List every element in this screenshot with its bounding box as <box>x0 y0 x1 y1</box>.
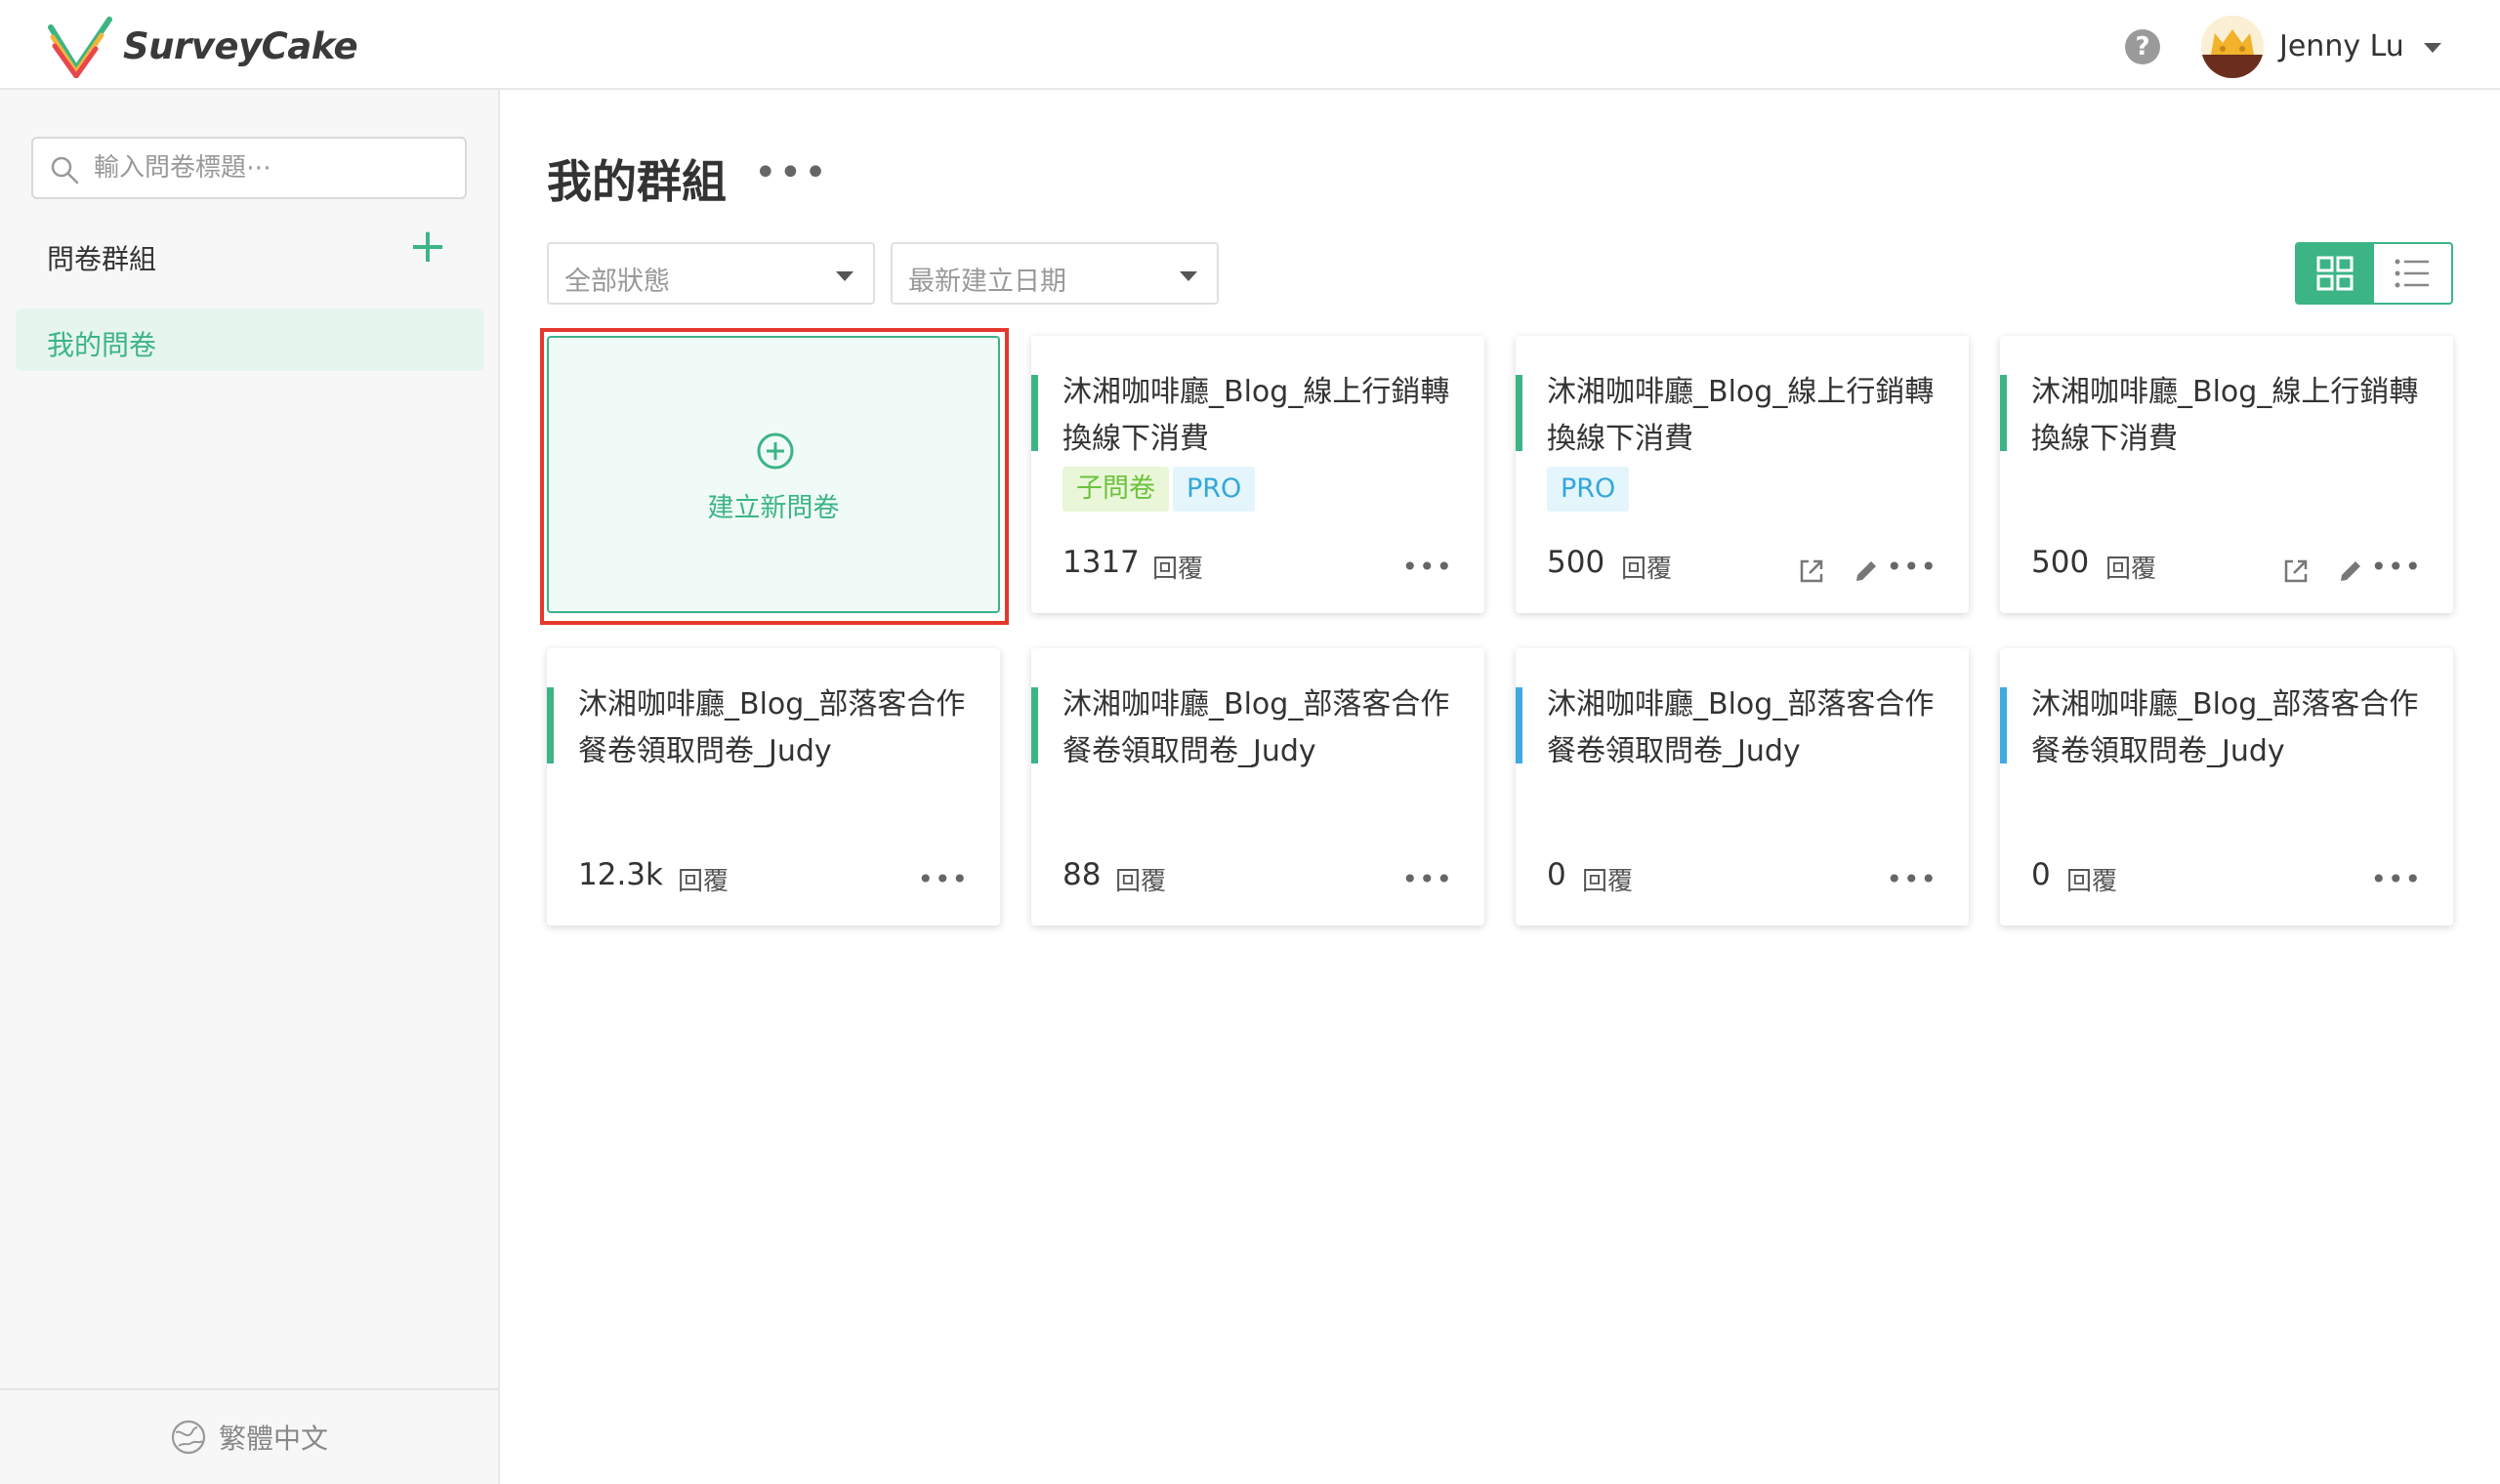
reply-label: 回覆 <box>1582 867 1634 896</box>
more-options-icon[interactable]: ••• <box>1886 551 1938 583</box>
survey-title[interactable]: 沐湘咖啡廳_Blog_部落客合作餐卷領取問卷_Judy <box>578 681 988 775</box>
sort-dropdown[interactable]: 最新建立日期 <box>891 242 1219 305</box>
survey-card[interactable]: 沐湘咖啡廳_Blog_部落客合作餐卷領取問卷_Judy 12.3k 回覆 ••• <box>547 648 1000 926</box>
survey-card[interactable]: 沐湘咖啡廳_Blog_線上行銷轉換線下消費 子問卷 PRO 1317 回覆 ••… <box>1031 336 1484 613</box>
reply-count: 500 <box>2031 545 2090 580</box>
survey-title[interactable]: 沐湘咖啡廳_Blog_線上行銷轉換線下消費 <box>2031 369 2441 463</box>
survey-tags: PRO <box>1547 467 1630 512</box>
survey-groups-header: 問卷群組 <box>47 243 157 275</box>
surveycake-logo[interactable]: SurveyCake <box>47 14 358 78</box>
survey-card[interactable]: 沐湘咖啡廳_Blog_線上行銷轉換線下消費 PRO 500 回覆 ••• <box>1516 336 1969 613</box>
list-view-button[interactable] <box>2374 244 2451 303</box>
surveycake-logo-icon <box>48 17 112 78</box>
search-icon <box>51 156 79 185</box>
sidebar: 問卷群組 + 我的問卷 繁體中文 <box>0 90 500 1484</box>
brand-name: SurveyCake <box>123 24 358 67</box>
create-survey-card[interactable]: 建立新問卷 <box>547 336 1000 613</box>
card-accent-bar <box>1516 687 1522 763</box>
sidebar-item-label: 我的問卷 <box>47 329 157 361</box>
card-accent-bar <box>1031 687 1038 763</box>
grid-icon <box>2316 256 2354 291</box>
card-accent-bar <box>2000 375 2007 451</box>
edit-pencil-icon[interactable] <box>2336 556 2365 586</box>
chevron-down-icon <box>836 271 854 281</box>
view-mode-toggle <box>2295 242 2453 305</box>
sort-value: 最新建立日期 <box>908 267 1066 297</box>
reply-count: 500 <box>1547 545 1605 580</box>
survey-title[interactable]: 沐湘咖啡廳_Blog_線上行銷轉換線下消費 <box>1547 369 1957 463</box>
survey-title[interactable]: 沐湘咖啡廳_Blog_線上行銷轉換線下消費 <box>1062 369 1473 463</box>
card-accent-bar <box>1031 375 1038 451</box>
create-survey-label: 建立新問卷 <box>707 493 840 523</box>
sidebar-item-my-surveys[interactable]: 我的問卷 <box>16 309 484 371</box>
reply-label: 回覆 <box>1621 555 1673 584</box>
more-options-icon[interactable]: ••• <box>2370 551 2422 583</box>
top-bar: SurveyCake ? Jenny Lu <box>0 0 2500 90</box>
survey-title[interactable]: 沐湘咖啡廳_Blog_部落客合作餐卷領取問卷_Judy <box>2031 681 2441 775</box>
search-input[interactable] <box>94 148 455 187</box>
language-selector[interactable]: 繁體中文 <box>0 1388 498 1484</box>
group-more-options-icon[interactable]: ••• <box>754 150 829 195</box>
reply-count: 1317 <box>1062 545 1140 580</box>
survey-title[interactable]: 沐湘咖啡廳_Blog_部落客合作餐卷領取問卷_Judy <box>1547 681 1957 775</box>
grid-view-button[interactable] <box>2297 244 2374 303</box>
more-options-icon[interactable]: ••• <box>1886 863 1938 895</box>
page-title: 我的群組 <box>547 155 727 208</box>
chevron-down-icon <box>1180 271 1197 281</box>
list-icon <box>2395 259 2429 288</box>
edit-pencil-icon[interactable] <box>1852 556 1881 586</box>
reply-label: 回覆 <box>678 867 729 896</box>
help-icon[interactable]: ? <box>2125 29 2160 64</box>
survey-card[interactable]: 沐湘咖啡廳_Blog_線上行銷轉換線下消費 500 回覆 ••• <box>2000 336 2453 613</box>
survey-tags: 子問卷 PRO <box>1062 467 1256 512</box>
open-external-icon[interactable] <box>2281 556 2311 586</box>
globe-icon <box>171 1420 206 1455</box>
more-options-icon[interactable]: ••• <box>1401 551 1453 583</box>
survey-title[interactable]: 沐湘咖啡廳_Blog_部落客合作餐卷領取問卷_Judy <box>1062 681 1473 775</box>
card-accent-bar <box>547 687 554 763</box>
card-accent-bar <box>1516 375 1522 451</box>
pro-badge: PRO <box>1173 467 1256 512</box>
reply-label: 回覆 <box>1152 555 1204 584</box>
survey-search[interactable] <box>31 137 467 199</box>
reply-count: 12.3k <box>578 857 663 892</box>
language-label: 繁體中文 <box>218 1422 328 1455</box>
avatar-image <box>2201 16 2264 78</box>
reply-label: 回覆 <box>2066 867 2118 896</box>
user-avatar[interactable] <box>2201 16 2264 78</box>
survey-card[interactable]: 沐湘咖啡廳_Blog_部落客合作餐卷領取問卷_Judy 0 回覆 ••• <box>2000 648 2453 926</box>
user-name[interactable]: Jenny Lu <box>2279 29 2404 63</box>
status-filter-dropdown[interactable]: 全部狀態 <box>547 242 875 305</box>
pro-badge: PRO <box>1547 467 1630 512</box>
more-options-icon[interactable]: ••• <box>1401 863 1453 895</box>
survey-card[interactable]: 沐湘咖啡廳_Blog_部落客合作餐卷領取問卷_Judy 0 回覆 ••• <box>1516 648 1969 926</box>
user-menu-caret-icon[interactable] <box>2424 43 2441 53</box>
add-group-button[interactable]: + <box>406 223 449 269</box>
plus-circle-icon <box>757 433 794 470</box>
card-accent-bar <box>2000 687 2007 763</box>
status-filter-value: 全部狀態 <box>564 267 670 297</box>
reply-label: 回覆 <box>1115 867 1167 896</box>
more-options-icon[interactable]: ••• <box>917 863 969 895</box>
reply-count: 88 <box>1062 857 1102 892</box>
more-options-icon[interactable]: ••• <box>2370 863 2422 895</box>
reply-count: 0 <box>1547 857 1566 892</box>
reply-count: 0 <box>2031 857 2051 892</box>
open-external-icon[interactable] <box>1797 556 1826 586</box>
reply-label: 回覆 <box>2105 555 2157 584</box>
sub-survey-badge: 子問卷 <box>1062 467 1169 512</box>
survey-card[interactable]: 沐湘咖啡廳_Blog_部落客合作餐卷領取問卷_Judy 88 回覆 ••• <box>1031 648 1484 926</box>
